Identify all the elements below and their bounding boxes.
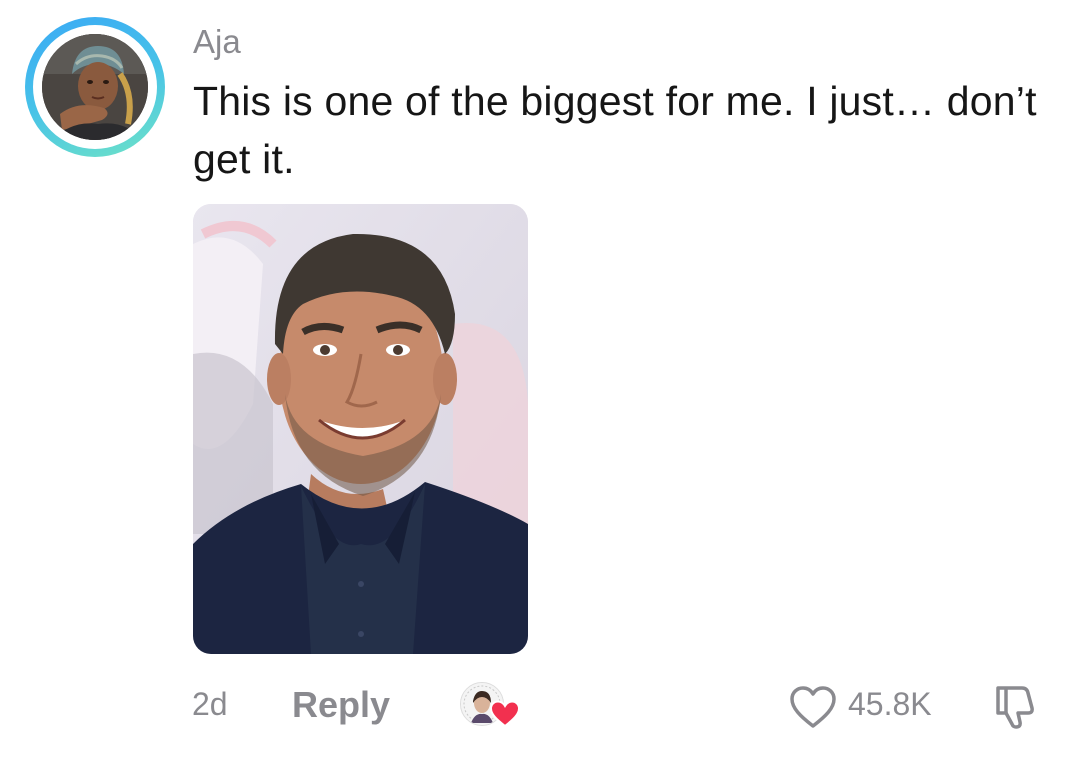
user-avatar[interactable] xyxy=(25,17,165,157)
avatar-portrait xyxy=(42,34,148,140)
heart-filled-icon xyxy=(490,700,520,728)
avatar-photo xyxy=(42,34,148,140)
heart-outline-icon[interactable] xyxy=(788,684,838,730)
avatar-border xyxy=(33,25,157,149)
reply-button[interactable]: Reply xyxy=(292,684,390,726)
comment-username[interactable]: Aja xyxy=(193,22,241,62)
comment-attached-photo[interactable] xyxy=(193,204,528,654)
comment-item: Aja This is one of the biggest for me. I… xyxy=(0,0,1080,764)
portrait-photo xyxy=(193,204,528,654)
comment-text: This is one of the biggest for me. I jus… xyxy=(193,78,1037,182)
thumbs-down-icon[interactable] xyxy=(990,682,1040,732)
like-count: 45.8K xyxy=(848,686,932,722)
creator-liked-badge xyxy=(460,682,520,732)
comment-timestamp: 2d xyxy=(192,686,228,722)
